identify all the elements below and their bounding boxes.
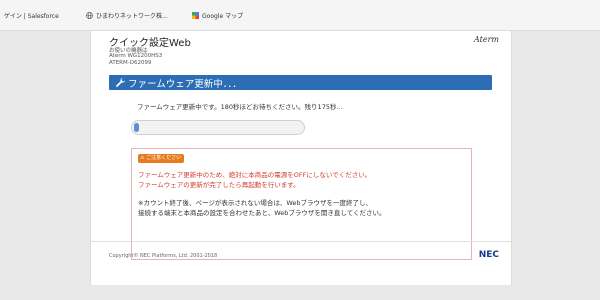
bookmarks-bar: ゲイン | Salesforce ひまわりネットワーク株... Google マ… <box>0 0 600 31</box>
bookmark-label: ゲイン | Salesforce <box>4 13 59 20</box>
bookmark-label: Google マップ <box>202 13 244 20</box>
device-model: Aterm WG1200HS3 <box>109 53 163 59</box>
globe-icon <box>86 12 93 19</box>
update-progress-bar <box>131 120 305 135</box>
footer-divider <box>91 241 511 242</box>
caution-badge: ⚠ ご注意ください <box>138 154 185 163</box>
caution-badge-label: ご注意ください <box>146 155 182 161</box>
caution-box: ⚠ ご注意ください ファームウェア更新中のため、絶対に本商品の電源をOFFにしな… <box>131 148 472 260</box>
update-status-message: ファームウェア更新中です。180秒ほどお待ちください。残り175秒… <box>137 103 343 111</box>
wrench-icon <box>115 77 126 88</box>
warning-line-1: ファームウェア更新中のため、絶対に本商品の電源をOFFにしないでください。 <box>138 171 372 179</box>
copyright: Copyright© NEC Platforms, Ltd. 2001-2018 <box>109 253 218 259</box>
bookmark-google-maps[interactable]: Google マップ <box>192 11 243 20</box>
note-line-1: ※カウント終了後、ページが表示されない場合は、Webブラウザを一度終了し、 <box>138 199 372 207</box>
warning-line-2: ファームウェアの更新が完了したら再起動を行います。 <box>138 181 300 189</box>
alert-icon: ⚠ <box>140 155 145 161</box>
status-banner: ファームウェア更新中．．． <box>109 75 492 90</box>
quick-settings-page: クイック設定Web お使いの機器は Aterm WG1200HS3 ATERM-… <box>90 31 512 285</box>
google-maps-icon <box>192 12 199 19</box>
bookmark-salesforce[interactable]: ゲイン | Salesforce <box>4 11 59 20</box>
bookmark-label: ひまわりネットワーク株... <box>96 13 168 20</box>
aterm-logo: Aterm <box>474 35 499 44</box>
note-line-2: 接続する端末と本商品の設定を合わせたあと、Webブラウザを開き直してください。 <box>138 209 386 217</box>
nec-logo: NEC <box>478 250 499 260</box>
bookmark-himawari[interactable]: ひまわりネットワーク株... <box>86 11 168 20</box>
device-id: ATERM-D62099 <box>109 60 152 66</box>
banner-title: ファームウェア更新中．．． <box>128 79 242 90</box>
progress-fill <box>134 123 139 132</box>
